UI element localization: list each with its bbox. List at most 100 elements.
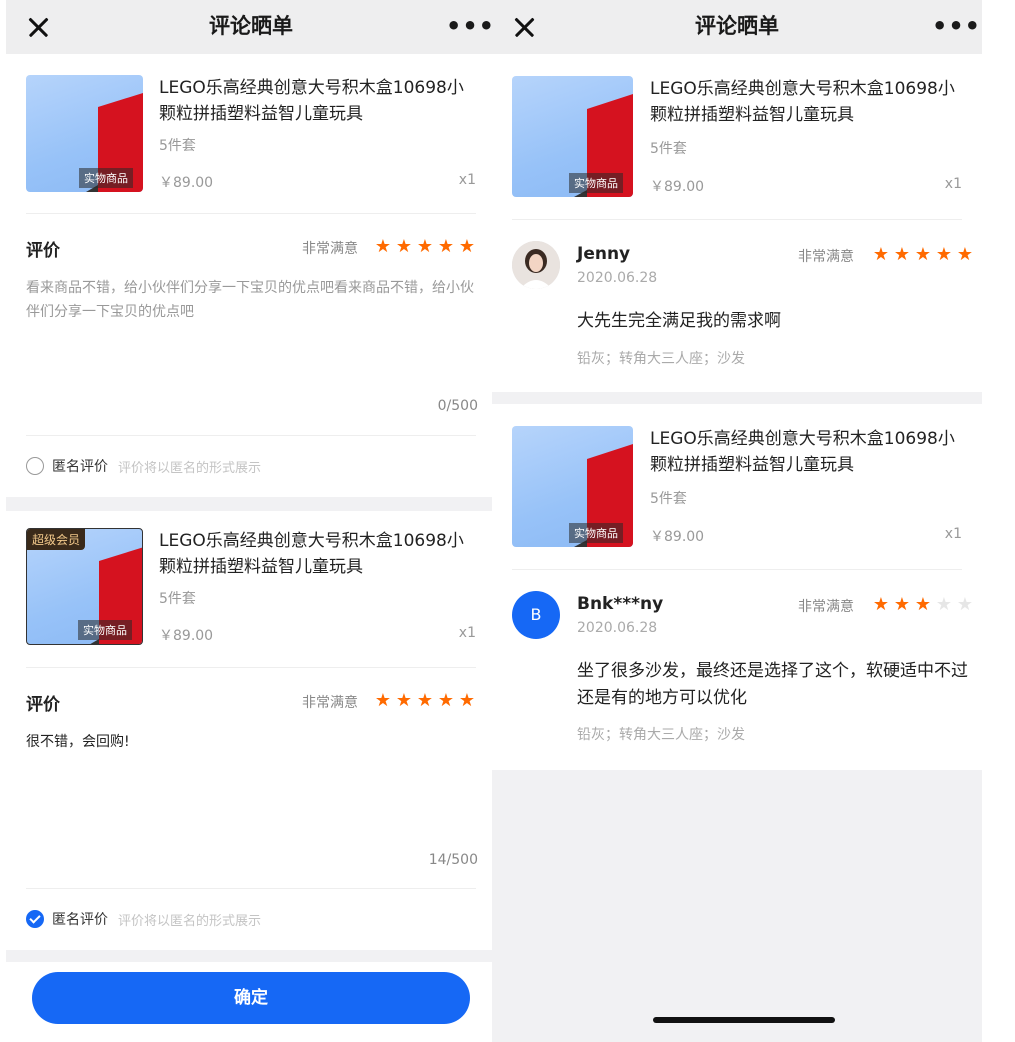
product-quantity: x1 (458, 172, 476, 188)
product-card: 超级会员 实物商品 LEGO乐高经典创意大号积木盒10698小颗粒拼插塑料益智儿… (26, 528, 476, 646)
product-card: 实物商品 LEGO乐高经典创意大号积木盒10698小颗粒拼插塑料益智儿童玩具 5… (512, 76, 962, 197)
star-rating: ★ ★ ★ ★ ★ (872, 596, 974, 614)
product-spec: 5件套 (650, 491, 687, 507)
anonymous-option[interactable]: 匿名评价 评价将以匿名的形式展示 (26, 908, 261, 930)
nav-bar: 评论晒单 ••• (6, 0, 496, 54)
star-icon[interactable]: ★ (437, 238, 455, 256)
physical-goods-tag: 实物商品 (78, 620, 132, 640)
product-image: 实物商品 (512, 76, 633, 197)
review-textarea[interactable]: 很不错，会回购! (26, 730, 476, 840)
product-spec: 5件套 (159, 138, 196, 154)
rating-text: 非常满意 (302, 241, 358, 257)
product-quantity: x1 (944, 176, 962, 192)
review-card: 实物商品 LEGO乐高经典创意大号积木盒10698小颗粒拼插塑料益智儿童玩具 5… (492, 54, 982, 392)
star-icon: ★ (956, 244, 974, 265)
physical-goods-tag: 实物商品 (79, 168, 133, 188)
more-icon[interactable]: ••• (446, 12, 494, 40)
star-icon: ★ (914, 594, 932, 615)
divider (26, 667, 476, 668)
review-list-screen: 评论晒单 ••• 实物商品 LEGO乐高经典创意大号积木盒10698小颗粒拼插塑… (492, 0, 982, 1042)
product-image: 超级会员 实物商品 (26, 528, 143, 645)
product-name: LEGO乐高经典创意大号积木盒10698小颗粒拼插塑料益智儿童玩具 (650, 79, 955, 125)
divider (512, 569, 962, 570)
star-icon: ★ (893, 594, 911, 615)
review-date: 2020.06.28 (577, 620, 658, 636)
more-icon[interactable]: ••• (932, 12, 980, 40)
char-counter: 14/500 (428, 852, 478, 868)
divider (26, 213, 476, 214)
product-quantity: x1 (944, 526, 962, 542)
nav-bar: 评论晒单 ••• (492, 0, 982, 54)
footer-bar: 确定 (6, 962, 496, 1042)
radio-unchecked-icon[interactable] (26, 457, 44, 475)
review-content: 坐了很多沙发，最终还是选择了这个，软硬适中不过还是有的地方可以优化 (577, 661, 968, 708)
star-icon[interactable]: ★ (437, 692, 455, 710)
review-editor-screen: 评论晒单 ••• 实物商品 LEGO乐高经典创意大号积木盒10698小颗粒拼插塑… (6, 0, 496, 1042)
product-name: LEGO乐高经典创意大号积木盒10698小颗粒拼插塑料益智儿童玩具 (159, 531, 464, 577)
review-date: 2020.06.28 (577, 270, 658, 286)
rating-text: 非常满意 (302, 695, 358, 711)
purchased-spec: 铅灰；转角大三人座；沙发 (577, 351, 745, 367)
product-price: ￥89.00 (650, 529, 705, 545)
star-icon[interactable]: ★ (416, 692, 434, 710)
anonymous-hint: 评价将以匿名的形式展示 (118, 460, 262, 476)
star-icon[interactable]: ★ (395, 692, 413, 710)
product-price: ￥89.00 (159, 175, 214, 191)
char-counter: 0/500 (437, 398, 478, 414)
vip-badge: 超级会员 (27, 529, 86, 550)
product-card: 实物商品 LEGO乐高经典创意大号积木盒10698小颗粒拼插塑料益智儿童玩具 5… (26, 75, 476, 193)
review-card: 实物商品 LEGO乐高经典创意大号积木盒10698小颗粒拼插塑料益智儿童玩具 5… (492, 404, 982, 770)
reviewer-name: Jenny (577, 244, 631, 264)
star-icon[interactable]: ★ (416, 238, 434, 256)
star-rating[interactable]: ★ ★ ★ ★ ★ (374, 692, 476, 710)
user-avatar: B (512, 591, 560, 639)
review-textarea[interactable]: 看来商品不错，给小伙伴们分享一下宝贝的优点吧看来商品不错，给小伙伴们分享一下宝贝… (26, 276, 476, 386)
physical-goods-tag: 实物商品 (569, 523, 623, 543)
product-image: 实物商品 (26, 75, 143, 192)
star-empty-icon: ★ (956, 594, 974, 615)
home-indicator (653, 1017, 835, 1023)
divider (26, 888, 476, 889)
star-icon: ★ (893, 244, 911, 265)
star-icon[interactable]: ★ (458, 238, 476, 256)
star-icon: ★ (872, 244, 890, 265)
divider (512, 219, 962, 220)
product-spec: 5件套 (650, 141, 687, 157)
star-rating: ★ ★ ★ ★ ★ (872, 246, 974, 264)
star-icon[interactable]: ★ (395, 238, 413, 256)
user-avatar (512, 241, 560, 289)
confirm-button[interactable]: 确定 (32, 972, 470, 1024)
star-icon[interactable]: ★ (374, 238, 392, 256)
product-quantity: x1 (458, 625, 476, 641)
review-content: 大先生完全满足我的需求啊 (577, 311, 781, 331)
physical-goods-tag: 实物商品 (569, 173, 623, 193)
anonymous-label: 匿名评价 (52, 459, 108, 475)
anonymous-label: 匿名评价 (52, 912, 108, 928)
checkbox-checked-icon[interactable] (26, 910, 44, 928)
page-title: 评论晒单 (695, 14, 779, 38)
anonymous-hint: 评价将以匿名的形式展示 (118, 913, 262, 929)
anonymous-option[interactable]: 匿名评价 评价将以匿名的形式展示 (26, 455, 261, 477)
star-icon: ★ (914, 244, 932, 265)
product-card: 实物商品 LEGO乐高经典创意大号积木盒10698小颗粒拼插塑料益智儿童玩具 5… (512, 426, 962, 547)
rating-text: 非常满意 (798, 599, 854, 615)
star-rating[interactable]: ★ ★ ★ ★ ★ (374, 238, 476, 256)
star-icon[interactable]: ★ (458, 692, 476, 710)
star-icon: ★ (872, 594, 890, 615)
purchased-spec: 铅灰；转角大三人座；沙发 (577, 727, 745, 743)
star-icon[interactable]: ★ (374, 692, 392, 710)
reviewer-name: Bnk***ny (577, 594, 664, 614)
product-price: ￥89.00 (650, 179, 705, 195)
star-empty-icon: ★ (935, 594, 953, 615)
rating-label: 评价 (26, 241, 60, 261)
section-separator (6, 497, 496, 511)
product-price: ￥89.00 (159, 628, 214, 644)
divider (26, 435, 476, 436)
star-icon: ★ (935, 244, 953, 265)
product-name: LEGO乐高经典创意大号积木盒10698小颗粒拼插塑料益智儿童玩具 (650, 429, 955, 475)
product-name: LEGO乐高经典创意大号积木盒10698小颗粒拼插塑料益智儿童玩具 (159, 78, 464, 124)
product-image: 实物商品 (512, 426, 633, 547)
rating-text: 非常满意 (798, 249, 854, 265)
rating-label: 评价 (26, 695, 60, 715)
product-spec: 5件套 (159, 591, 196, 607)
